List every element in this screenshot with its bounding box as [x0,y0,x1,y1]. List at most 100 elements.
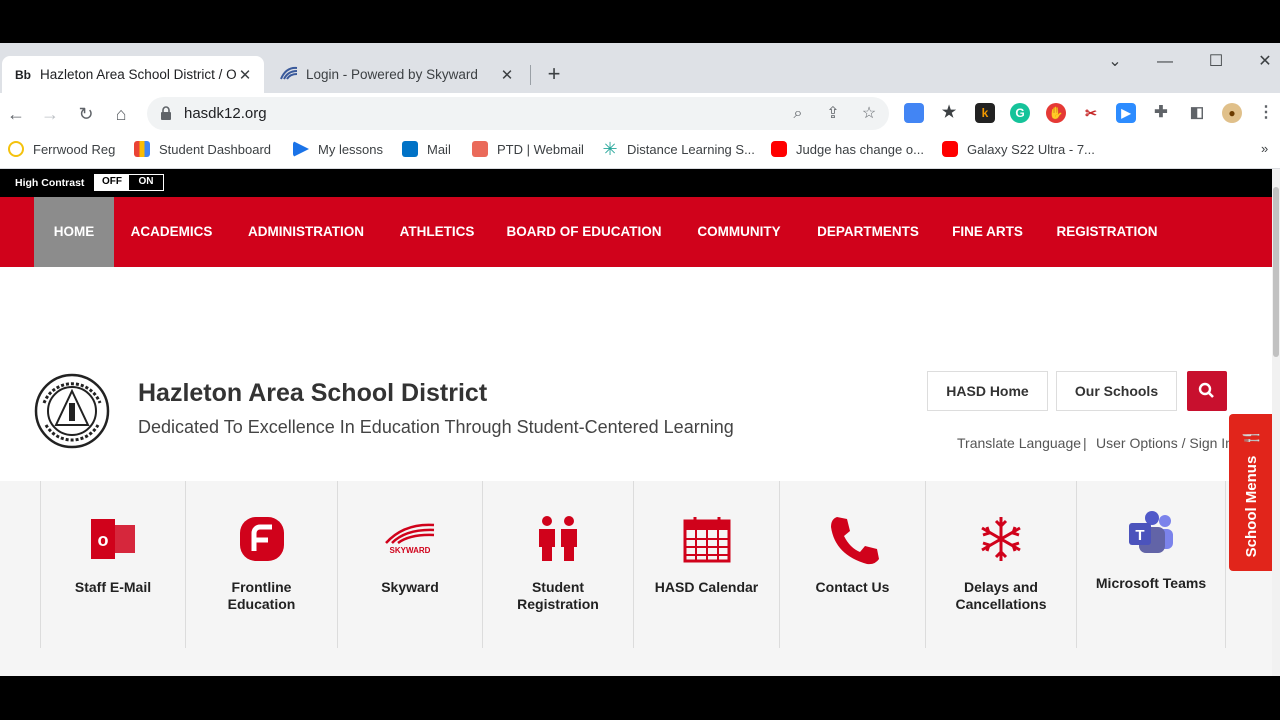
divider [1225,481,1226,648]
quick-link-student-registration[interactable]: Student Registration [482,481,633,648]
utility-separator: | [1083,435,1087,451]
nav-community[interactable]: COMMUNITY [677,197,801,267]
bookmark-item[interactable]: Mail [402,141,451,157]
nav-fine-arts[interactable]: FINE ARTS [935,197,1040,267]
bookmarks-bar: Ferrwood Reg Student Dashboard My lesson… [0,133,1280,169]
high-contrast-toggle[interactable]: OFF ON [94,174,164,191]
side-panel-icon[interactable]: ◧ [1187,103,1207,123]
tab-skyward[interactable]: Login - Powered by Skyward ✕ [268,56,526,93]
bookmark-item[interactable]: PTD | Webmail [472,141,584,157]
forward-icon[interactable]: → [37,101,63,127]
search-icon [1198,382,1214,398]
share-icon[interactable]: ⇪ [822,103,844,125]
quick-link-teams[interactable]: T Microsoft Teams [1076,481,1225,648]
reload-icon[interactable]: ↻ [73,101,99,127]
frontline-icon [239,517,284,561]
adblock-icon[interactable]: ✋ [1046,103,1066,123]
teams-icon: T [1129,511,1173,553]
k-extension-icon[interactable]: k [975,103,995,123]
bookmark-item[interactable]: ✳ Distance Learning S... [602,140,755,158]
nav-board-of-education[interactable]: BOARD OF EDUCATION [491,197,677,267]
translate-link[interactable]: Translate Language [957,435,1081,451]
tab-title: Login - Powered by Skyward [306,67,478,82]
youtube-icon [942,141,958,157]
quick-link-frontline[interactable]: Frontline Education [185,481,337,648]
tab-strip: Bb Hazleton Area School District / O ✕ L… [0,43,1280,93]
nav-departments[interactable]: DEPARTMENTS [801,197,935,267]
bookmark-star-icon[interactable]: ☆ [858,103,880,125]
webmail-icon [472,141,488,157]
sign-in-link[interactable]: User Options / Sign In [1096,435,1233,451]
address-bar[interactable]: hasdk12.org ⌕ ⇪ ☆ [147,97,889,130]
nav-academics[interactable]: ACADEMICS [114,197,229,267]
tab-hazleton[interactable]: Bb Hazleton Area School District / O ✕ [2,56,264,93]
zoom-extension-icon[interactable]: ▶ [1116,103,1136,123]
new-tab-icon[interactable]: + [540,61,568,87]
district-tagline: Dedicated To Excellence In Education Thr… [138,417,734,437]
calendar-icon [683,517,730,563]
close-tab-icon[interactable]: ✕ [236,66,254,84]
outlook-icon: o [91,519,135,559]
students-icon [539,516,577,561]
tab-search-icon[interactable]: ⌄ [1092,47,1138,77]
quick-link-skyward[interactable]: SKYWARD Skyward [337,481,482,648]
extension-tab-icon[interactable] [904,103,924,123]
school-menus-label: School Menus 🍴 [1242,428,1260,557]
bookmark-label: My lessons [318,141,384,157]
bookmark-item[interactable]: My lessons [293,141,383,157]
high-contrast-label: High Contrast [15,177,85,189]
tab-title: Hazleton Area School District / O [40,67,236,82]
bookmark-item[interactable]: Student Dashboard [134,141,271,157]
skyward-icon: SKYWARD [385,523,435,555]
nav-athletics[interactable]: ATHLETICS [383,197,491,267]
close-tab-icon[interactable]: ✕ [498,66,516,84]
grammarly-icon[interactable]: G [1010,103,1030,123]
bookmark-label: Judge has change o... [796,141,924,157]
bookmark-label: PTD | Webmail [497,141,584,157]
school-menus-tab[interactable]: School Menus 🍴 [1229,414,1272,571]
quick-links: o Staff E-Mail Frontline Education SKYWA… [0,481,1272,676]
bookmark-label: Student Dashboard [159,141,272,157]
quick-link-label: Student Registration [517,579,599,612]
quick-link-label: Microsoft Teams [1095,575,1207,591]
browser-window: Bb Hazleton Area School District / O ✕ L… [0,43,1280,676]
district-seal-logo[interactable] [34,373,110,449]
scrollbar-thumb[interactable] [1273,187,1279,357]
svg-text:o: o [98,530,109,550]
nav-home[interactable]: HOME [34,197,114,267]
maximize-icon[interactable]: ☐ [1193,47,1239,77]
quick-link-contact[interactable]: Contact Us [779,481,925,648]
lock-icon [161,106,171,120]
back-icon[interactable]: ← [3,101,29,127]
star-extension-icon[interactable]: ★ [939,103,959,123]
blackboard-icon: Bb [15,67,31,82]
svg-text:T: T [1135,527,1144,544]
minimize-icon[interactable]: — [1142,47,1188,77]
quick-link-calendar[interactable]: HASD Calendar [633,481,779,648]
our-schools-button[interactable]: Our Schools [1056,371,1177,411]
close-window-icon[interactable]: ✕ [1242,47,1280,77]
bookmark-item[interactable]: Ferrwood Reg [8,141,115,157]
bookmark-label: Distance Learning S... [627,141,755,157]
quick-link-label: Delays and Cancellations [955,579,1047,612]
quick-link-label: HASD Calendar [654,579,759,595]
page-scrollbar[interactable] [1272,169,1280,676]
profile-avatar[interactable]: ● [1222,103,1242,123]
scissors-icon[interactable]: ✂ [1081,103,1101,123]
home-icon[interactable]: ⌂ [108,101,134,127]
extensions-puzzle-icon[interactable]: ✚ [1151,103,1171,123]
bookmark-item[interactable]: Galaxy S22 Ultra - 7... [942,141,1095,157]
search-button[interactable] [1187,371,1227,411]
dashboard-icon [134,141,150,157]
hasd-home-button[interactable]: HASD Home [927,371,1048,411]
more-bookmarks-icon[interactable]: » [1261,141,1268,156]
nav-registration[interactable]: REGISTRATION [1040,197,1174,267]
quick-link-delays[interactable]: Delays and Cancellations [925,481,1076,648]
nav-administration[interactable]: ADMINISTRATION [229,197,383,267]
quick-link-label: Skyward [381,579,439,595]
menu-icon[interactable]: ⋮ [1256,103,1276,123]
quick-link-staff-email[interactable]: o Staff E-Mail [40,481,185,648]
snowflake-icon [981,517,1021,561]
bookmark-item[interactable]: Judge has change o... [771,141,924,157]
zoom-icon[interactable]: ⌕ [787,103,809,125]
